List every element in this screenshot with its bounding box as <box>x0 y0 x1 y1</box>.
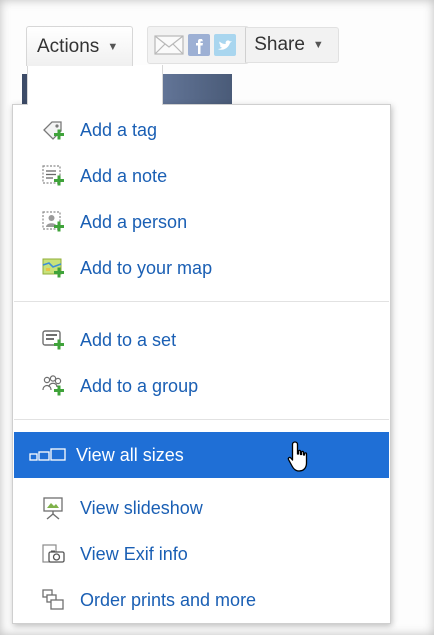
slideshow-icon <box>40 495 66 521</box>
facebook-icon[interactable] <box>188 34 211 56</box>
screenshot-frame: Add a tag Add a note Add a person Add to… <box>0 0 434 635</box>
menu-item-label: Add a note <box>80 165 168 186</box>
menu-item-label: Add a tag <box>80 119 158 140</box>
add-tag-icon <box>40 117 66 143</box>
menu-item-order-prints[interactable]: Order prints and more <box>14 577 389 623</box>
share-label: Share <box>254 34 305 55</box>
menu-notch <box>27 65 163 105</box>
menu-item-add-person[interactable]: Add a person <box>14 199 389 245</box>
add-person-icon <box>40 209 66 235</box>
view-sizes-icon <box>28 442 68 468</box>
order-prints-icon <box>40 587 66 613</box>
menu-item-view-slideshow[interactable]: View slideshow <box>14 485 389 531</box>
share-button[interactable]: Share ▼ <box>245 27 339 63</box>
menu-divider <box>14 301 389 302</box>
menu-item-label: View Exif info <box>80 543 188 564</box>
menu-item-add-tag[interactable]: Add a tag <box>14 107 389 153</box>
menu-item-label: View slideshow <box>80 497 203 518</box>
actions-menu: Add a tag Add a note Add a person Add to… <box>12 104 391 624</box>
exif-camera-icon <box>40 541 66 567</box>
actions-button[interactable]: Actions ▼ <box>26 26 134 66</box>
add-to-map-icon <box>40 255 66 281</box>
add-to-group-icon <box>40 373 66 399</box>
menu-item-add-to-set[interactable]: Add to a set <box>14 317 389 363</box>
menu-divider <box>14 419 389 420</box>
share-icons <box>147 26 250 64</box>
add-to-set-icon <box>40 327 66 353</box>
menu-item-label: Add a person <box>80 211 188 232</box>
menu-item-view-exif[interactable]: View Exif info <box>14 531 389 577</box>
menu-item-add-to-map[interactable]: Add to your map <box>14 245 389 291</box>
menu-item-label: Add to a set <box>80 329 177 350</box>
add-note-icon <box>40 163 66 189</box>
chevron-down-icon: ▼ <box>107 40 119 53</box>
actions-label: Actions <box>37 35 100 57</box>
chevron-down-icon: ▼ <box>312 39 324 51</box>
menu-item-add-note[interactable]: Add a note <box>14 153 389 199</box>
email-icon[interactable] <box>154 34 184 56</box>
menu-item-add-to-group[interactable]: Add to a group <box>14 363 389 409</box>
twitter-icon[interactable] <box>214 34 237 56</box>
menu-item-label: View all sizes <box>76 444 184 465</box>
menu-item-label: Order prints and more <box>80 589 257 610</box>
menu-item-label: Add to your map <box>80 257 213 278</box>
menu-item-label: Add to a group <box>80 375 199 396</box>
menu-item-view-all-sizes[interactable]: View all sizes <box>14 432 389 478</box>
photo-toolbar: Actions ▼ Share ▼ <box>26 24 339 66</box>
